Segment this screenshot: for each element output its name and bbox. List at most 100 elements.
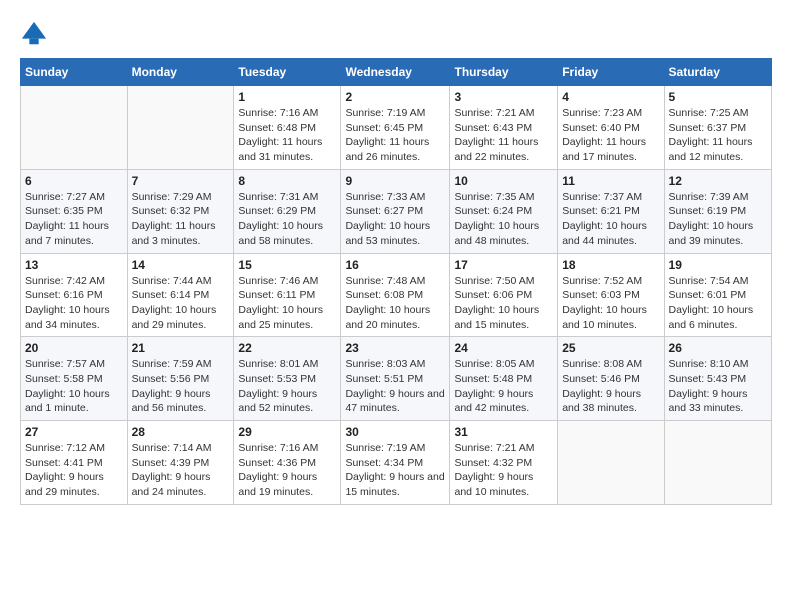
- calendar-cell: 12 Sunrise: 7:39 AMSunset: 6:19 PMDayligh…: [664, 169, 771, 253]
- calendar-cell: 18 Sunrise: 7:52 AMSunset: 6:03 PMDayligh…: [558, 253, 664, 337]
- calendar-cell: 20 Sunrise: 7:57 AMSunset: 5:58 PMDayligh…: [21, 337, 128, 421]
- day-number: 19: [669, 258, 767, 272]
- day-info: Sunrise: 7:46 AMSunset: 6:11 PMDaylight:…: [238, 274, 336, 333]
- week-row-1: 1 Sunrise: 7:16 AMSunset: 6:48 PMDaylight…: [21, 86, 772, 170]
- day-number: 17: [454, 258, 553, 272]
- day-number: 15: [238, 258, 336, 272]
- day-number: 6: [25, 174, 123, 188]
- calendar-cell: 9 Sunrise: 7:33 AMSunset: 6:27 PMDaylight…: [341, 169, 450, 253]
- day-number: 5: [669, 90, 767, 104]
- calendar-cell: 22 Sunrise: 8:01 AMSunset: 5:53 PMDayligh…: [234, 337, 341, 421]
- day-info: Sunrise: 7:44 AMSunset: 6:14 PMDaylight:…: [132, 274, 230, 333]
- logo: [20, 20, 52, 48]
- day-number: 28: [132, 425, 230, 439]
- calendar-cell: [21, 86, 128, 170]
- day-number: 16: [345, 258, 445, 272]
- day-info: Sunrise: 8:05 AMSunset: 5:48 PMDaylight:…: [454, 357, 553, 416]
- calendar-cell: 31 Sunrise: 7:21 AMSunset: 4:32 PMDayligh…: [450, 421, 558, 505]
- day-number: 11: [562, 174, 659, 188]
- day-number: 26: [669, 341, 767, 355]
- day-number: 1: [238, 90, 336, 104]
- calendar-cell: 1 Sunrise: 7:16 AMSunset: 6:48 PMDaylight…: [234, 86, 341, 170]
- calendar-body: 1 Sunrise: 7:16 AMSunset: 6:48 PMDaylight…: [21, 86, 772, 505]
- calendar-cell: 23 Sunrise: 8:03 AMSunset: 5:51 PMDayligh…: [341, 337, 450, 421]
- day-info: Sunrise: 7:42 AMSunset: 6:16 PMDaylight:…: [25, 274, 123, 333]
- day-of-week-wednesday: Wednesday: [341, 59, 450, 86]
- calendar-header: SundayMondayTuesdayWednesdayThursdayFrid…: [21, 59, 772, 86]
- day-of-week-saturday: Saturday: [664, 59, 771, 86]
- day-info: Sunrise: 7:37 AMSunset: 6:21 PMDaylight:…: [562, 190, 659, 249]
- calendar-cell: 21Sunrise: 7:59 AMSunset: 5:56 PMDayligh…: [127, 337, 234, 421]
- week-row-5: 27 Sunrise: 7:12 AMSunset: 4:41 PMDayligh…: [21, 421, 772, 505]
- day-info: Sunrise: 7:33 AMSunset: 6:27 PMDaylight:…: [345, 190, 445, 249]
- calendar-cell: 8Sunrise: 7:31 AMSunset: 6:29 PMDaylight…: [234, 169, 341, 253]
- calendar-cell: 11 Sunrise: 7:37 AMSunset: 6:21 PMDayligh…: [558, 169, 664, 253]
- day-info: Sunrise: 7:25 AMSunset: 6:37 PMDaylight:…: [669, 106, 767, 165]
- day-number: 23: [345, 341, 445, 355]
- calendar-cell: 27 Sunrise: 7:12 AMSunset: 4:41 PMDayligh…: [21, 421, 128, 505]
- calendar-cell: 16 Sunrise: 7:48 AMSunset: 6:08 PMDayligh…: [341, 253, 450, 337]
- day-number: 14: [132, 258, 230, 272]
- day-info: Sunrise: 7:21 AMSunset: 6:43 PMDaylight:…: [454, 106, 553, 165]
- day-info: Sunrise: 8:01 AMSunset: 5:53 PMDaylight:…: [238, 357, 336, 416]
- day-info: Sunrise: 7:54 AMSunset: 6:01 PMDaylight:…: [669, 274, 767, 333]
- day-info: Sunrise: 8:10 AMSunset: 5:43 PMDaylight:…: [669, 357, 767, 416]
- day-number: 3: [454, 90, 553, 104]
- day-number: 9: [345, 174, 445, 188]
- day-info: Sunrise: 7:39 AMSunset: 6:19 PMDaylight:…: [669, 190, 767, 249]
- calendar-cell: 10Sunrise: 7:35 AMSunset: 6:24 PMDayligh…: [450, 169, 558, 253]
- day-info: Sunrise: 7:16 AMSunset: 6:48 PMDaylight:…: [238, 106, 336, 165]
- calendar-cell: 28Sunrise: 7:14 AMSunset: 4:39 PMDayligh…: [127, 421, 234, 505]
- day-info: Sunrise: 7:59 AMSunset: 5:56 PMDaylight:…: [132, 357, 230, 416]
- day-info: Sunrise: 7:12 AMSunset: 4:41 PMDaylight:…: [25, 441, 123, 500]
- day-info: Sunrise: 8:08 AMSunset: 5:46 PMDaylight:…: [562, 357, 659, 416]
- calendar-cell: 5 Sunrise: 7:25 AMSunset: 6:37 PMDaylight…: [664, 86, 771, 170]
- day-number: 12: [669, 174, 767, 188]
- day-number: 18: [562, 258, 659, 272]
- day-number: 22: [238, 341, 336, 355]
- day-info: Sunrise: 7:19 AMSunset: 4:34 PMDaylight:…: [345, 441, 445, 500]
- calendar-cell: 15 Sunrise: 7:46 AMSunset: 6:11 PMDayligh…: [234, 253, 341, 337]
- calendar-cell: 30 Sunrise: 7:19 AMSunset: 4:34 PMDayligh…: [341, 421, 450, 505]
- day-of-week-tuesday: Tuesday: [234, 59, 341, 86]
- day-number: 27: [25, 425, 123, 439]
- day-number: 13: [25, 258, 123, 272]
- calendar-cell: [127, 86, 234, 170]
- calendar-cell: 7Sunrise: 7:29 AMSunset: 6:32 PMDaylight…: [127, 169, 234, 253]
- calendar-cell: 24Sunrise: 8:05 AMSunset: 5:48 PMDayligh…: [450, 337, 558, 421]
- day-number: 20: [25, 341, 123, 355]
- day-number: 30: [345, 425, 445, 439]
- day-of-week-sunday: Sunday: [21, 59, 128, 86]
- day-info: Sunrise: 7:21 AMSunset: 4:32 PMDaylight:…: [454, 441, 553, 500]
- day-of-week-thursday: Thursday: [450, 59, 558, 86]
- calendar-cell: [558, 421, 664, 505]
- day-info: Sunrise: 7:50 AMSunset: 6:06 PMDaylight:…: [454, 274, 553, 333]
- day-number: 2: [345, 90, 445, 104]
- day-info: Sunrise: 7:52 AMSunset: 6:03 PMDaylight:…: [562, 274, 659, 333]
- day-info: Sunrise: 7:35 AMSunset: 6:24 PMDaylight:…: [454, 190, 553, 249]
- day-of-week-monday: Monday: [127, 59, 234, 86]
- day-number: 29: [238, 425, 336, 439]
- day-number: 31: [454, 425, 553, 439]
- calendar-table: SundayMondayTuesdayWednesdayThursdayFrid…: [20, 58, 772, 505]
- day-info: Sunrise: 7:57 AMSunset: 5:58 PMDaylight:…: [25, 357, 123, 416]
- week-row-4: 20 Sunrise: 7:57 AMSunset: 5:58 PMDayligh…: [21, 337, 772, 421]
- day-info: Sunrise: 7:16 AMSunset: 4:36 PMDaylight:…: [238, 441, 336, 500]
- calendar-cell: 4Sunrise: 7:23 AMSunset: 6:40 PMDaylight…: [558, 86, 664, 170]
- calendar-cell: 26 Sunrise: 8:10 AMSunset: 5:43 PMDayligh…: [664, 337, 771, 421]
- day-info: Sunrise: 8:03 AMSunset: 5:51 PMDaylight:…: [345, 357, 445, 416]
- day-number: 8: [238, 174, 336, 188]
- calendar-cell: 17 Sunrise: 7:50 AMSunset: 6:06 PMDayligh…: [450, 253, 558, 337]
- calendar-cell: 3 Sunrise: 7:21 AMSunset: 6:43 PMDaylight…: [450, 86, 558, 170]
- calendar-cell: 19 Sunrise: 7:54 AMSunset: 6:01 PMDayligh…: [664, 253, 771, 337]
- day-info: Sunrise: 7:48 AMSunset: 6:08 PMDaylight:…: [345, 274, 445, 333]
- day-number: 25: [562, 341, 659, 355]
- calendar-cell: 29 Sunrise: 7:16 AMSunset: 4:36 PMDayligh…: [234, 421, 341, 505]
- day-info: Sunrise: 7:27 AMSunset: 6:35 PMDaylight:…: [25, 190, 123, 249]
- day-number: 7: [132, 174, 230, 188]
- calendar-cell: [664, 421, 771, 505]
- week-row-3: 13 Sunrise: 7:42 AMSunset: 6:16 PMDayligh…: [21, 253, 772, 337]
- day-info: Sunrise: 7:19 AMSunset: 6:45 PMDaylight:…: [345, 106, 445, 165]
- calendar-cell: 13 Sunrise: 7:42 AMSunset: 6:16 PMDayligh…: [21, 253, 128, 337]
- day-of-week-friday: Friday: [558, 59, 664, 86]
